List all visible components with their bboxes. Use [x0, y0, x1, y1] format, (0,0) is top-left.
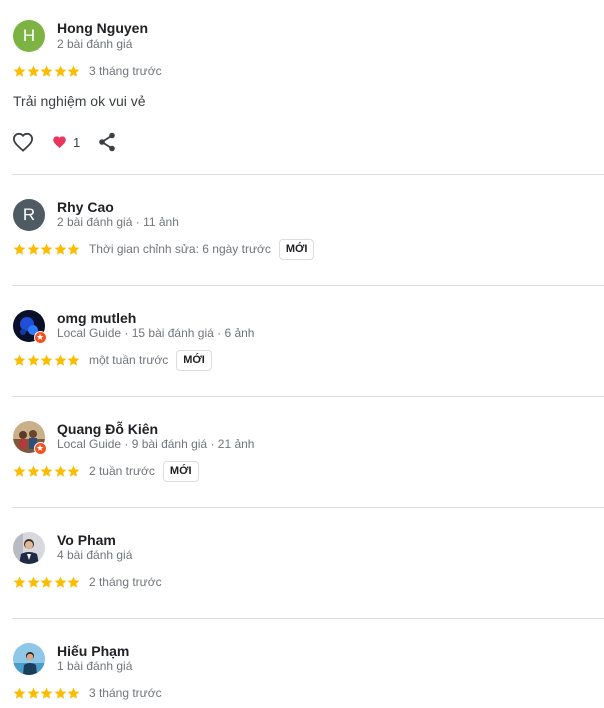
- divider: [12, 618, 604, 619]
- reviewer-meta: 1 bài đánh giá: [57, 659, 133, 673]
- rating-row: 3 tháng trước: [13, 684, 162, 702]
- star-icon: [13, 576, 26, 589]
- star-icon: [40, 354, 53, 367]
- reviewer-name[interactable]: Hiếu Phạm: [57, 643, 129, 659]
- star-icon: [40, 687, 53, 700]
- reviewer-meta: 4 bài đánh giá: [57, 548, 133, 562]
- star-icon: [67, 65, 80, 78]
- star-icon: [40, 576, 53, 589]
- avatar[interactable]: [13, 310, 47, 344]
- star-rating: [13, 687, 81, 700]
- star-icon: [40, 243, 53, 256]
- star-icon: [27, 465, 40, 478]
- star-icon: [27, 576, 40, 589]
- rating-row: Thời gian chỉnh sửa: 6 ngày trước MỚI: [13, 238, 315, 260]
- star-icon: [27, 687, 40, 700]
- star-icon: [27, 65, 40, 78]
- star-icon: [13, 65, 26, 78]
- star-icon: [40, 465, 53, 478]
- share-icon: [99, 132, 116, 152]
- new-badge: MỚI: [176, 349, 212, 371]
- star-icon: [54, 687, 67, 700]
- star-icon: [54, 465, 67, 478]
- review-time: một tuần trước: [88, 353, 169, 367]
- heart-filled-icon: [53, 136, 66, 148]
- star-icon: [54, 576, 67, 589]
- star-icon: [67, 243, 80, 256]
- star-icon: [13, 687, 26, 700]
- reviewer-name[interactable]: Quang Đỗ Kiên: [57, 421, 158, 437]
- avatar[interactable]: H: [13, 20, 45, 52]
- reviewer-meta: Local Guide · 9 bài đánh giá · 21 ảnh: [57, 437, 255, 451]
- local-guide-badge-icon: [34, 331, 47, 344]
- rating-row: 2 tuần trước MỚI: [13, 460, 199, 482]
- star-rating: [13, 465, 81, 478]
- star-icon: [67, 687, 80, 700]
- reviewer-meta: Local Guide · 15 bài đánh giá · 6 ảnh: [57, 326, 255, 340]
- rating-row: một tuần trước MỚI: [13, 349, 212, 371]
- star-icon: [54, 65, 67, 78]
- review-actions: 1: [12, 131, 116, 153]
- review-time: 3 tháng trước: [88, 64, 162, 78]
- star-icon: [13, 354, 26, 367]
- star-icon: [27, 243, 40, 256]
- reaction-count[interactable]: 1: [52, 135, 80, 150]
- new-badge: MỚI: [278, 238, 315, 260]
- star-icon: [13, 465, 26, 478]
- avatar[interactable]: R: [13, 199, 45, 231]
- heart-outline-icon: [12, 132, 34, 152]
- star-icon: [40, 65, 53, 78]
- star-rating: [13, 243, 81, 256]
- star-icon: [13, 243, 26, 256]
- divider: [12, 174, 604, 175]
- like-button[interactable]: [12, 132, 34, 152]
- avatar[interactable]: [13, 643, 45, 675]
- star-icon: [54, 243, 67, 256]
- reviewer-meta: 2 bài đánh giá · 11 ảnh: [57, 215, 179, 229]
- rating-row: 3 tháng trước: [13, 62, 162, 80]
- star-rating: [13, 354, 81, 367]
- avatar[interactable]: [13, 421, 47, 455]
- star-rating: [13, 65, 81, 78]
- rating-row: 2 tháng trước: [13, 573, 162, 591]
- reviewer-name[interactable]: omg mutleh: [57, 310, 136, 326]
- star-icon: [54, 354, 67, 367]
- reviewer-name[interactable]: Hong Nguyen: [57, 20, 148, 36]
- review-time: 3 tháng trước: [88, 686, 162, 700]
- review-time: Thời gian chỉnh sửa: 6 ngày trước: [88, 242, 271, 256]
- divider: [12, 507, 604, 508]
- reviewer-name[interactable]: Vo Pham: [57, 532, 116, 548]
- review-time: 2 tháng trước: [88, 575, 162, 589]
- star-icon: [27, 354, 40, 367]
- local-guide-badge-icon: [34, 442, 47, 455]
- divider: [12, 396, 604, 397]
- review-text: Trải nghiệm ok vui vẻ: [13, 93, 146, 109]
- share-button[interactable]: [98, 132, 116, 152]
- star-icon: [67, 354, 80, 367]
- reaction-count-label: 1: [73, 134, 81, 150]
- reviewer-meta: 2 bài đánh giá: [57, 37, 133, 51]
- new-badge: MỚI: [162, 460, 199, 482]
- star-icon: [67, 576, 80, 589]
- star-icon: [67, 465, 80, 478]
- review-time: 2 tuần trước: [88, 464, 155, 478]
- star-rating: [13, 576, 81, 589]
- avatar[interactable]: [13, 532, 45, 564]
- divider: [12, 285, 604, 286]
- reviewer-name[interactable]: Rhy Cao: [57, 199, 114, 215]
